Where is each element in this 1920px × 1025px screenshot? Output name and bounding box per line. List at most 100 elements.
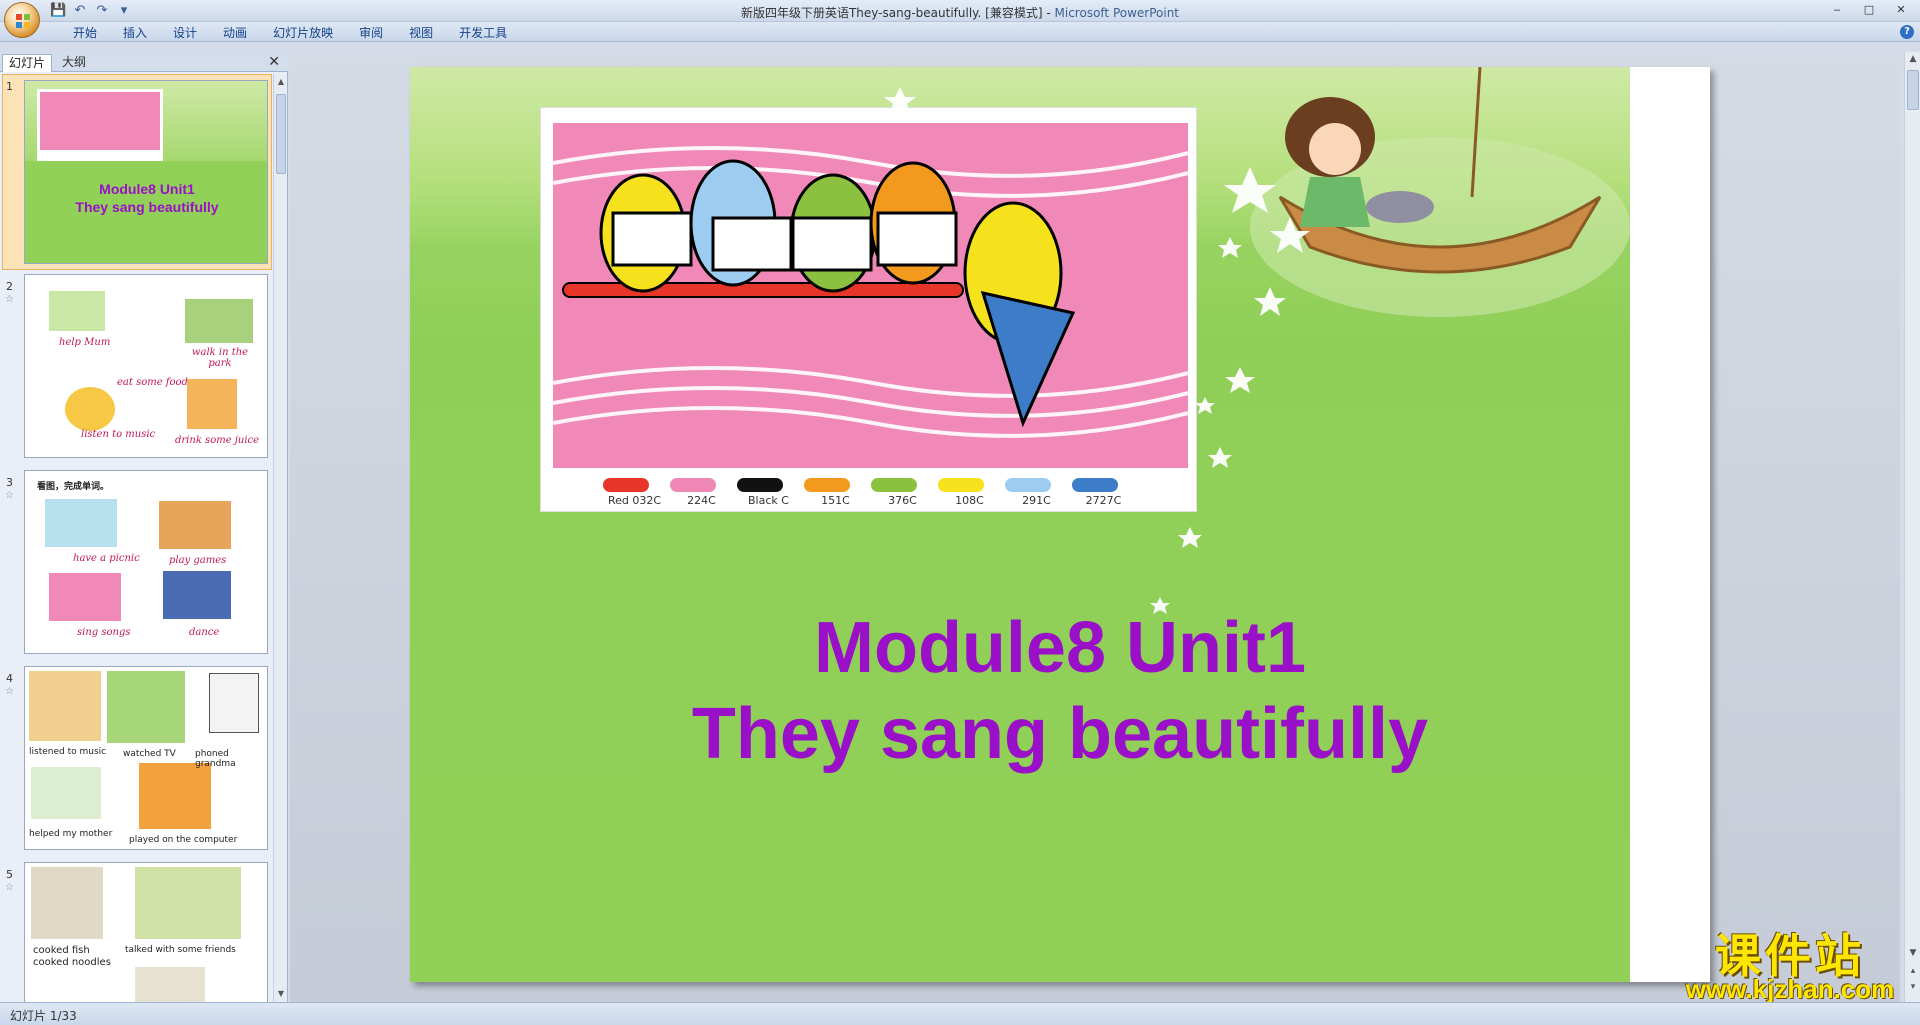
slides-panel: 幻灯片 大纲 ✕ 1 Module8 Unit1 They sang beaut… — [0, 52, 288, 1002]
tab-home[interactable]: 开始 — [60, 25, 110, 41]
tab-developer[interactable]: 开发工具 — [446, 25, 520, 41]
thumb-caption: cooked noodles — [33, 957, 111, 968]
animation-star-icon: ☆ — [5, 490, 14, 501]
help-icon[interactable]: ? — [1900, 25, 1914, 39]
next-slide-icon[interactable]: ▾ — [1907, 982, 1919, 996]
swatch-orange — [804, 478, 850, 492]
animation-star-icon: ☆ — [5, 882, 14, 893]
swatch-label: 108C — [955, 494, 984, 507]
thumb-img — [65, 387, 115, 431]
thumb-img — [159, 501, 231, 549]
thumbnail-slide-3[interactable]: 看图，完成单词。 have a picnic play games sing s… — [24, 470, 268, 654]
thumb-img — [135, 967, 205, 1002]
title-bar: 💾 ↶ ↷ ▾ 新版四年级下册英语They-sang-beautifully. … — [0, 0, 1920, 38]
previous-slide-icon[interactable]: ▴ — [1907, 966, 1919, 980]
thumbnail-slide-4[interactable]: listened to music watched TV phoned gran… — [24, 666, 268, 850]
thumbnail-scrollbar[interactable]: ▲ ▼ — [273, 74, 287, 1002]
thumb-img — [185, 299, 253, 343]
thumbnail-number: 5 — [6, 868, 13, 881]
slide-editor: Red 032C 224C Black C 151C 376C 108C 291… — [290, 52, 1900, 1004]
scroll-thumb[interactable] — [276, 94, 286, 174]
thumb-caption: help Mum — [59, 337, 111, 348]
thumb-img — [209, 673, 259, 733]
panel-tabs: 幻灯片 大纲 ✕ — [0, 52, 288, 72]
thumbnail-slide-5[interactable]: cooked fish cooked noodles talked with s… — [24, 862, 268, 1002]
current-slide[interactable]: Red 032C 224C Black C 151C 376C 108C 291… — [410, 67, 1710, 982]
watermark: 课件站 www.kjzhan.com — [1670, 920, 1910, 1004]
swatch-labels: Red 032C 224C Black C 151C 376C 108C 291… — [601, 494, 1137, 507]
swatch-blue — [1072, 478, 1118, 492]
tab-slideshow[interactable]: 幻灯片放映 — [260, 25, 346, 41]
thumb-caption: play games — [169, 555, 227, 566]
scroll-down-icon[interactable]: ▼ — [276, 988, 286, 1000]
slide-title-line1[interactable]: Module8 Unit1 — [410, 607, 1710, 689]
document-title: 新版四年级下册英语They-sang-beautifully. [兼容模式] - — [740, 6, 1055, 20]
thumb-caption: phoned grandma — [195, 749, 236, 769]
swatch-yellow — [938, 478, 984, 492]
thumb-img — [187, 379, 237, 429]
thumb-img — [29, 671, 101, 741]
tab-animations[interactable]: 动画 — [210, 25, 260, 41]
animation-star-icon: ☆ — [5, 294, 14, 305]
window-title: 新版四年级下册英语They-sang-beautifully. [兼容模式] -… — [0, 4, 1920, 21]
thumbnail-list: 1 Module8 Unit1 They sang beautifully 2 … — [0, 74, 272, 1002]
minimize-icon[interactable]: ‒ — [1826, 2, 1848, 18]
swatch-label: 291C — [1022, 494, 1051, 507]
thumb-caption: watched TV — [123, 749, 176, 759]
thumb-img — [31, 767, 101, 819]
slide-title-line2[interactable]: They sang beautifully — [410, 693, 1710, 775]
scroll-down-icon[interactable]: ▼ — [1907, 948, 1919, 962]
thumb-img — [139, 763, 211, 829]
thumb-title-line2: They sang beautifully — [75, 199, 219, 215]
swatch-label: 224C — [687, 494, 716, 507]
tab-insert[interactable]: 插入 — [110, 25, 160, 41]
birds-illustration — [552, 146, 1189, 438]
tab-design[interactable]: 设计 — [160, 25, 210, 41]
tab-outline[interactable]: 大纲 — [56, 54, 92, 72]
scroll-up-icon[interactable]: ▲ — [1907, 54, 1919, 68]
color-swatches — [603, 478, 1118, 492]
close-icon[interactable]: ✕ — [1890, 2, 1912, 18]
tab-view[interactable]: 视图 — [396, 25, 446, 41]
swatch-black — [737, 478, 783, 492]
thumb-img — [49, 291, 105, 331]
thumb-img — [49, 573, 121, 621]
thumb-caption: played on the computer — [129, 835, 238, 845]
thumb-caption: dance — [189, 627, 220, 638]
thumb-caption: helped my mother — [29, 829, 113, 839]
close-panel-icon[interactable]: ✕ — [268, 54, 280, 70]
thumb-caption: talked with some friends — [125, 945, 236, 955]
tab-slides[interactable]: 幻灯片 — [2, 54, 53, 72]
thumb-caption: cooked fish — [33, 945, 90, 956]
scroll-up-icon[interactable]: ▲ — [276, 76, 286, 88]
thumb-caption: listened to music — [29, 747, 107, 757]
app-name: Microsoft PowerPoint — [1054, 6, 1180, 20]
thumbnail-slide-1[interactable]: Module8 Unit1 They sang beautifully — [24, 80, 268, 264]
thumb-picture — [37, 89, 163, 161]
ribbon-tabs: 开始 插入 设计 动画 幻灯片放映 审阅 视图 开发工具 — [60, 25, 520, 41]
office-button[interactable] — [4, 2, 40, 38]
swatch-pink — [670, 478, 716, 492]
scroll-thumb[interactable] — [1907, 70, 1919, 110]
thumbnail-number: 2 — [6, 280, 13, 293]
swatch-label: Black C — [748, 494, 789, 507]
swatch-lightblue — [1005, 478, 1051, 492]
swatch-label: 2727C — [1085, 494, 1122, 507]
singing-birds-picture[interactable]: Red 032C 224C Black C 151C 376C 108C 291… — [540, 107, 1197, 512]
tab-review[interactable]: 审阅 — [346, 25, 396, 41]
thumbnail-number: 4 — [6, 672, 13, 685]
ribbon: 开始 插入 设计 动画 幻灯片放映 审阅 视图 开发工具 ? — [0, 22, 1920, 42]
thumb-title-line1: Module8 Unit1 — [99, 181, 195, 197]
editor-scrollbar[interactable]: ▲ ▼ ▴ ▾ — [1904, 52, 1920, 1002]
thumbnail-slide-2[interactable]: help Mum eat some food walk in the park … — [24, 274, 268, 458]
thumb-caption: listen to music — [81, 429, 156, 440]
thumb-picture-pink — [40, 92, 160, 150]
animation-star-icon: ☆ — [5, 686, 14, 697]
slide-count: 幻灯片 1/33 — [10, 1009, 77, 1023]
girl-in-boat-image — [1250, 67, 1630, 317]
swatch-red — [603, 478, 649, 492]
status-bar: 幻灯片 1/33 — [0, 1002, 1920, 1025]
thumb-img — [135, 867, 241, 939]
thumb-caption: have a picnic — [73, 553, 140, 564]
restore-icon[interactable]: □ — [1858, 2, 1880, 18]
